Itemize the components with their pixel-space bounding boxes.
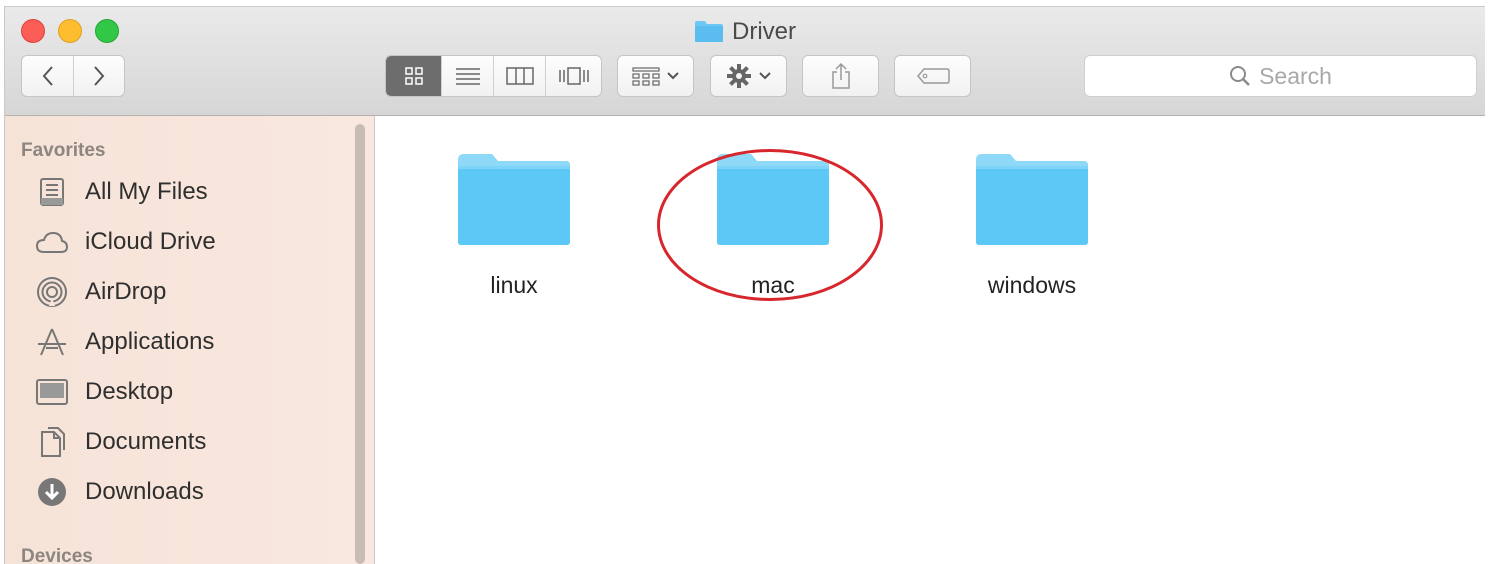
arrange-grid-icon xyxy=(631,67,660,86)
sidebar-item-label: Downloads xyxy=(85,478,204,505)
share-button[interactable] xyxy=(802,55,879,97)
sidebar-section-devices: Devices xyxy=(21,546,93,564)
sidebar-item-documents[interactable]: Documents xyxy=(35,422,206,462)
sidebar-item-downloads[interactable]: Downloads xyxy=(35,472,204,512)
folder-icon xyxy=(458,154,570,245)
toolbar: Driver Search xyxy=(5,7,1485,116)
desktop-icon xyxy=(35,375,69,409)
sidebar-item-label: Desktop xyxy=(85,378,174,405)
search-placeholder: Search xyxy=(1259,62,1332,89)
sidebar-item-label: AirDrop xyxy=(85,278,167,305)
sidebar-section-favorites: Favorites xyxy=(21,140,106,161)
icon-view-icon xyxy=(404,67,423,85)
list-view-button[interactable] xyxy=(442,56,494,96)
edit-tags-button[interactable] xyxy=(894,55,971,97)
tag-icon xyxy=(916,68,950,84)
chevron-right-icon xyxy=(94,66,105,86)
cover-flow-icon xyxy=(558,67,589,85)
sidebar-item-all-my-files[interactable]: All My Files xyxy=(35,172,208,212)
chevron-down-icon xyxy=(666,72,679,80)
view-mode-control xyxy=(385,55,602,97)
highlight-annotation-circle xyxy=(657,149,883,301)
applications-icon xyxy=(35,325,69,359)
arrange-button[interactable] xyxy=(617,55,694,97)
sidebar-item-icloud-drive[interactable]: iCloud Drive xyxy=(35,222,216,262)
list-view-icon xyxy=(455,68,480,85)
gear-icon xyxy=(726,64,751,88)
chevron-left-icon xyxy=(42,66,53,86)
back-button[interactable] xyxy=(22,56,74,96)
all-files-icon xyxy=(35,175,69,209)
sidebar-item-label: Applications xyxy=(85,328,215,355)
cover-flow-button[interactable] xyxy=(546,56,601,96)
window-title: Driver xyxy=(5,17,1485,47)
download-icon xyxy=(35,475,69,509)
folder-item-linux[interactable]: linux xyxy=(429,146,599,306)
sidebar-item-label: iCloud Drive xyxy=(85,228,216,255)
cloud-icon xyxy=(35,225,69,259)
sidebar-item-airdrop[interactable]: AirDrop xyxy=(35,272,166,312)
window-title-text: Driver xyxy=(732,18,796,45)
column-view-button[interactable] xyxy=(494,56,546,96)
search-icon xyxy=(1230,66,1250,86)
forward-button[interactable] xyxy=(74,56,124,96)
search-field[interactable]: Search xyxy=(1084,55,1477,97)
sidebar-item-label: All My Files xyxy=(85,178,208,205)
icon-view-button[interactable] xyxy=(386,56,442,96)
sidebar-item-label: Documents xyxy=(85,428,207,455)
sidebar-scrollbar[interactable] xyxy=(353,120,367,564)
folder-name: linux xyxy=(490,272,538,298)
sidebar-scrollbar-thumb[interactable] xyxy=(355,124,365,564)
sidebar: Favorites All My Files iCloud Drive AirD… xyxy=(5,116,375,564)
folder-icon xyxy=(976,154,1088,245)
folder-name: windows xyxy=(987,272,1077,298)
folder-item-windows[interactable]: windows xyxy=(947,146,1117,306)
column-view-icon xyxy=(505,67,534,85)
finder-window: Driver Search Favorites All My Files iCl… xyxy=(4,6,1485,564)
folder-icon xyxy=(694,19,724,43)
share-icon xyxy=(831,62,850,89)
chevron-down-icon xyxy=(758,72,771,80)
navigation-buttons xyxy=(21,55,125,97)
file-icon-grid: linux mac windows xyxy=(375,116,1485,564)
sidebar-item-desktop[interactable]: Desktop xyxy=(35,372,173,412)
airdrop-icon xyxy=(35,275,69,309)
action-button[interactable] xyxy=(710,55,787,97)
sidebar-item-applications[interactable]: Applications xyxy=(35,322,214,362)
documents-icon xyxy=(35,425,69,459)
